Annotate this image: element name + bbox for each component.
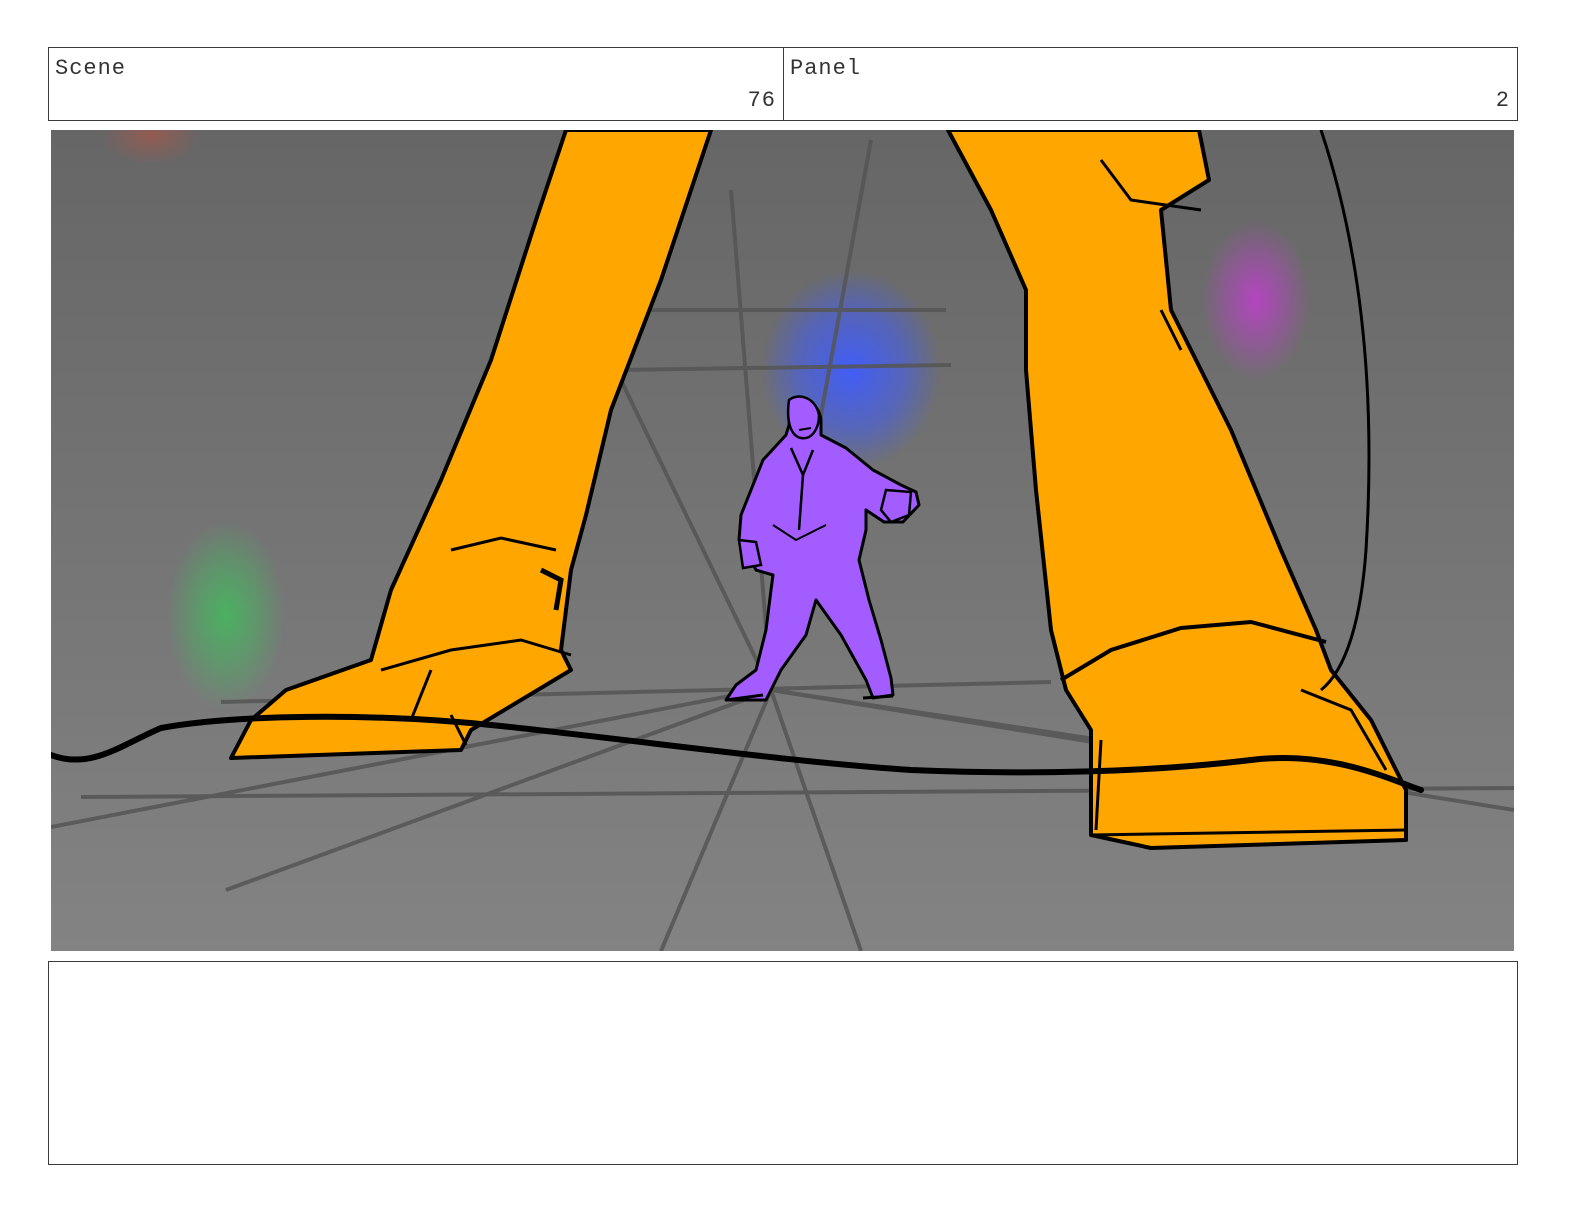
panel-cell: Panel 2 [784, 48, 1517, 120]
panel-number: 2 [1495, 88, 1510, 113]
scene-cell: Scene 76 [49, 48, 784, 120]
panel-label: Panel [790, 56, 862, 81]
scene-label: Scene [55, 56, 127, 81]
green-light [166, 520, 286, 710]
scene-number: 76 [747, 88, 776, 113]
magenta-light [1201, 220, 1311, 380]
storyboard-drawing [51, 130, 1514, 951]
notes-box [48, 961, 1518, 1165]
storyboard-header: Scene 76 Panel 2 [48, 47, 1518, 121]
storyboard-frame [51, 130, 1514, 951]
